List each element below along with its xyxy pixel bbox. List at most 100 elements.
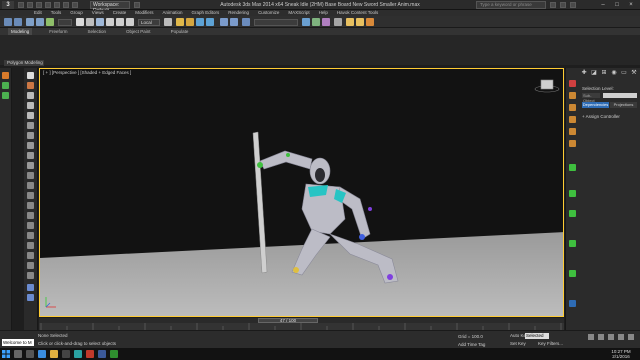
display-tab-icon[interactable]: ▭ <box>620 69 628 77</box>
search-task-icon[interactable] <box>14 350 22 358</box>
redo-toolbar-icon[interactable] <box>14 18 22 26</box>
undo-toolbar-icon[interactable] <box>4 18 12 26</box>
rig-icon-3[interactable] <box>569 104 576 111</box>
app-logo-button[interactable]: 3 <box>2 1 14 9</box>
pan-icon[interactable] <box>628 334 634 340</box>
symmetry-icon[interactable] <box>27 284 34 291</box>
maximize-icon[interactable]: □ <box>610 0 624 10</box>
spinner-snap-icon[interactable] <box>206 18 214 26</box>
subscription-icon[interactable] <box>560 2 566 8</box>
uvw-icon[interactable] <box>27 294 34 301</box>
close-icon[interactable]: × <box>624 0 638 10</box>
track-bar[interactable] <box>39 323 564 330</box>
weld-icon[interactable] <box>27 242 34 249</box>
zoom-icon[interactable] <box>608 334 614 340</box>
tab-object-paint[interactable]: Object Paint <box>123 28 154 35</box>
3dsmax-task-icon[interactable] <box>74 350 82 358</box>
tab-selection[interactable]: Selection <box>85 28 110 35</box>
windows-start-icon[interactable] <box>2 350 10 358</box>
select-tool-icon[interactable] <box>27 72 34 79</box>
minimize-icon[interactable]: – <box>596 0 610 10</box>
selection-filter-dropdown[interactable] <box>58 19 72 26</box>
rig-icon-4[interactable] <box>569 116 576 123</box>
undo-icon[interactable] <box>45 2 51 8</box>
mirror-icon[interactable] <box>220 18 228 26</box>
add-time-tag-button[interactable]: Add Time Tag <box>458 342 485 347</box>
set-key-button[interactable]: Set Key <box>510 341 526 346</box>
reference-coordinate-dropdown[interactable]: Local <box>138 19 160 26</box>
app-task-icon-3[interactable] <box>110 350 118 358</box>
render-production-icon[interactable] <box>366 18 374 26</box>
polygon-icon[interactable] <box>27 152 34 159</box>
search-icon[interactable] <box>550 2 556 8</box>
new-icon[interactable] <box>18 2 24 8</box>
select-rotate-icon[interactable] <box>116 18 124 26</box>
rig-icon-12[interactable] <box>569 300 576 307</box>
layer-manager-icon[interactable] <box>242 18 250 26</box>
snap-toggle-icon[interactable] <box>176 18 184 26</box>
element-icon[interactable] <box>27 162 34 169</box>
rotate-tool-icon[interactable] <box>27 102 34 109</box>
hold-icon[interactable] <box>63 2 69 8</box>
search-input[interactable]: Type a keyword or phrase <box>476 1 546 9</box>
rig-icon-10[interactable] <box>569 240 576 247</box>
select-object-icon[interactable] <box>76 18 84 26</box>
select-scale-icon[interactable] <box>126 18 134 26</box>
loop-icon[interactable] <box>27 172 34 179</box>
play-icon[interactable] <box>588 334 594 340</box>
unlink-icon[interactable] <box>36 18 44 26</box>
fetch-icon[interactable] <box>72 2 78 8</box>
workspace-arrow-icon[interactable] <box>134 2 140 8</box>
chamfer-icon[interactable] <box>27 232 34 239</box>
align-icon[interactable] <box>230 18 238 26</box>
material-editor-icon[interactable] <box>334 18 342 26</box>
perspective-viewport[interactable]: [ + ] [Perspective ] [Shaded + Edged Fac… <box>39 68 564 317</box>
pivot-center-icon[interactable] <box>164 18 172 26</box>
named-selection-dropdown[interactable] <box>254 19 298 26</box>
extrude-icon[interactable] <box>27 212 34 219</box>
help-icon[interactable] <box>570 2 576 8</box>
next-frame-icon[interactable] <box>598 334 604 340</box>
rendered-frame-icon[interactable] <box>356 18 364 26</box>
grow-icon[interactable] <box>27 192 34 199</box>
select-by-name-icon[interactable] <box>86 18 94 26</box>
workspace-dropdown[interactable]: Workspace: Default <box>90 1 130 14</box>
open-icon[interactable] <box>27 2 33 8</box>
move-tool-icon[interactable] <box>27 92 34 99</box>
timeline[interactable]: 47 / 100 <box>39 318 564 330</box>
link-icon[interactable] <box>26 18 34 26</box>
angle-snap-icon[interactable] <box>186 18 194 26</box>
app-task-icon-2[interactable] <box>98 350 106 358</box>
viewcube[interactable] <box>534 79 560 93</box>
tab-modeling[interactable]: Modeling <box>8 28 33 35</box>
edge-browser-icon[interactable] <box>38 350 46 358</box>
curve-editor-icon[interactable] <box>312 18 320 26</box>
motion-tab-icon[interactable]: ◉ <box>610 69 618 77</box>
polygon-modeling-panel[interactable]: Polygon Modeling <box>4 60 44 66</box>
sub-object-field[interactable] <box>603 93 637 98</box>
rig-icon-1[interactable] <box>569 80 576 87</box>
maxscript-listener[interactable]: Welcome to M <box>2 339 34 346</box>
container-icon[interactable] <box>2 72 9 79</box>
orbit-icon[interactable] <box>618 334 624 340</box>
render-setup-icon[interactable] <box>346 18 354 26</box>
select-move-icon[interactable] <box>106 18 114 26</box>
dependencies-button[interactable]: Dependencies <box>582 102 609 108</box>
scale-tool-icon[interactable] <box>27 112 34 119</box>
key-mode-dropdown[interactable]: Selected <box>525 333 549 339</box>
rig-icon-11[interactable] <box>569 270 576 277</box>
scene-explorer-icon[interactable] <box>2 82 9 89</box>
border-icon[interactable] <box>27 142 34 149</box>
key-filters-button[interactable]: Key Filters... <box>538 341 563 346</box>
cut-icon[interactable] <box>27 252 34 259</box>
hierarchy-tab-icon[interactable]: ⊞ <box>600 69 608 77</box>
file-explorer-icon[interactable] <box>50 350 58 358</box>
tab-freeform[interactable]: Freeform <box>46 28 70 35</box>
rig-icon-2[interactable] <box>569 92 576 99</box>
rig-icon-7[interactable] <box>569 164 576 171</box>
ring-icon[interactable] <box>27 182 34 189</box>
save-icon[interactable] <box>36 2 42 8</box>
bridge-icon[interactable] <box>27 272 34 279</box>
system-clock[interactable]: 10:27 PM 2/1/2016 <box>604 349 638 359</box>
rig-icon-5[interactable] <box>569 128 576 135</box>
